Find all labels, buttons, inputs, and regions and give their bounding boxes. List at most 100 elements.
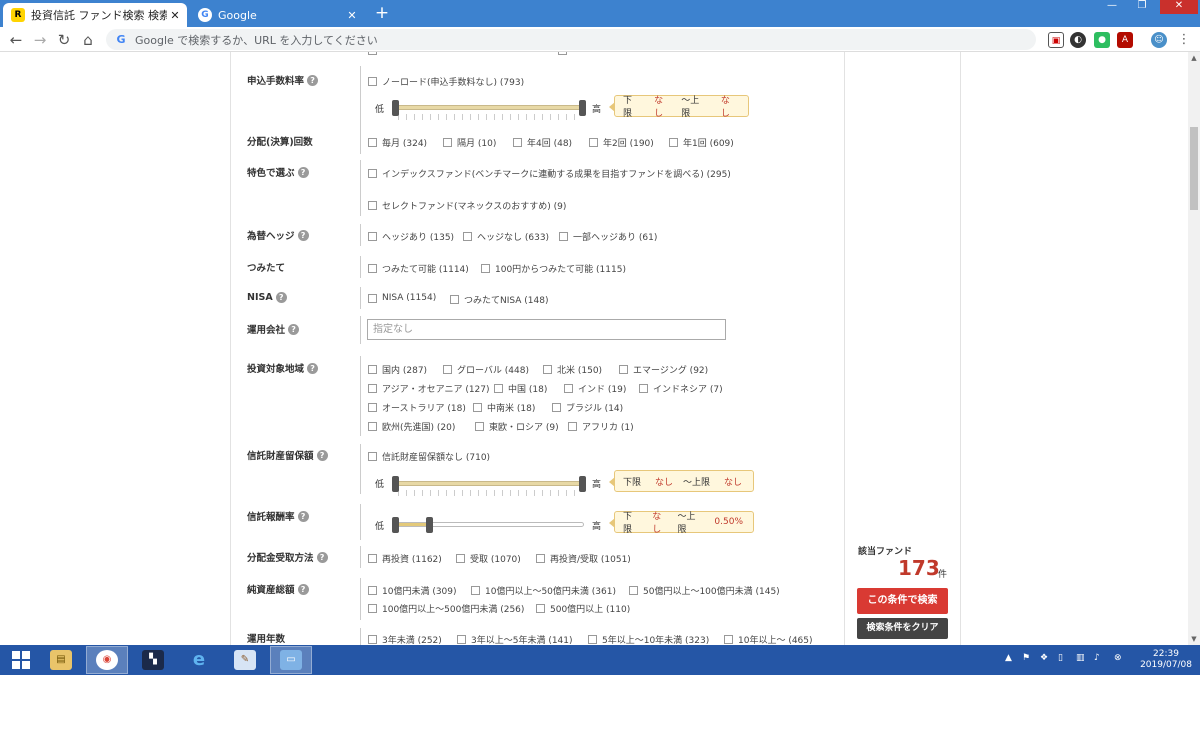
trust-fee-slider-track[interactable] [394, 522, 584, 527]
region-checkbox[interactable]: エマージング (92) [619, 363, 708, 376]
tsumitate-nisa-checkbox[interactable]: つみたてNISA (148) [450, 293, 549, 306]
file-explorer-icon[interactable]: ▤ [40, 646, 82, 674]
hedge-yes-checkbox[interactable]: ヘッジあり (135) [368, 230, 454, 243]
tray-chevron-icon[interactable]: ▲ [1005, 653, 1012, 663]
reserve-slider-max-handle[interactable] [579, 476, 586, 492]
help-icon[interactable]: ? [297, 166, 309, 178]
network-icon[interactable]: ▥ [1076, 653, 1085, 663]
dist-monthly-checkbox[interactable]: 毎月 (324) [368, 136, 427, 149]
nisa-checkbox[interactable]: NISA (1154) [368, 293, 436, 303]
years-checkbox[interactable]: 3年未満 (252) [368, 633, 442, 645]
region-checkbox[interactable]: インド (19) [564, 382, 626, 395]
volume-icon[interactable]: ♪ [1094, 653, 1100, 663]
no-load-checkbox[interactable]: ノーロード(申込手数料なし) (793) [368, 75, 524, 88]
help-icon[interactable]: ? [297, 229, 309, 241]
back-icon[interactable]: ← [6, 30, 26, 50]
index-fund-checkbox[interactable]: インデックスファンド(ベンチマークに連動する成果を目指すファンドを調べる) (2… [368, 167, 731, 180]
scroll-down-icon[interactable]: ▼ [1188, 633, 1200, 645]
clear-button[interactable]: 検索条件をクリア [857, 618, 948, 639]
dist-annual-checkbox[interactable]: 年1回 (609) [669, 136, 734, 149]
windows-start-icon[interactable] [0, 646, 42, 674]
receive-checkbox[interactable]: 受取 (1070) [456, 552, 521, 565]
region-checkbox[interactable]: 中南米 (18) [473, 401, 535, 414]
restore-icon[interactable]: ❐ [1128, 0, 1156, 14]
evernote-icon[interactable]: ● [1094, 32, 1110, 48]
forward-icon[interactable]: → [30, 30, 50, 50]
close-tab-icon[interactable]: ✕ [344, 9, 360, 22]
tab-fund-search[interactable]: R 投資信託 ファンド検索 検索結果 ✕ [3, 3, 187, 27]
menu-icon[interactable]: ⋮ [1176, 32, 1192, 48]
reload-icon[interactable]: ↻ [54, 30, 74, 50]
extension-icon[interactable]: ◐ [1070, 32, 1086, 48]
extension-icon[interactable]: ▣ [1048, 32, 1064, 48]
trust-fee-slider-max-handle[interactable] [426, 517, 433, 533]
reserve-slider-min-handle[interactable] [392, 476, 399, 492]
help-icon[interactable]: ? [297, 510, 309, 522]
app-icon[interactable]: ▚ [132, 646, 174, 674]
reinvest-checkbox[interactable]: 再投資 (1162) [368, 552, 442, 565]
notification-icon[interactable]: ⊗ [1114, 653, 1122, 663]
close-tab-icon[interactable]: ✕ [167, 9, 183, 22]
fee-slider-min-handle[interactable] [392, 100, 399, 116]
region-checkbox[interactable]: アジア・オセアニア (127) [368, 382, 490, 395]
page-scrollbar[interactable]: ▲ ▼ [1188, 52, 1200, 645]
years-checkbox[interactable]: 10年以上～ (465) [724, 633, 813, 645]
region-checkbox[interactable]: 北米 (150) [543, 363, 602, 376]
tsumitate-available-checkbox[interactable]: つみたて可能 (1114) [368, 262, 469, 275]
no-reserve-checkbox[interactable]: 信託財産留保額なし (710) [368, 450, 490, 463]
region-checkbox[interactable]: 東欧・ロシア (9) [475, 420, 559, 433]
scrollbar-thumb[interactable] [1190, 127, 1198, 210]
internet-explorer-icon[interactable]: e [178, 646, 220, 674]
checkbox-item[interactable] [368, 52, 382, 55]
help-icon[interactable]: ? [307, 74, 319, 86]
taskbar-clock[interactable]: 22:39 2019/07/08 [1136, 649, 1196, 671]
region-checkbox[interactable]: アフリカ (1) [568, 420, 634, 433]
help-icon[interactable]: ? [288, 323, 300, 335]
years-checkbox[interactable]: 5年以上～10年未満 (323) [588, 633, 709, 645]
company-input[interactable]: 指定なし [367, 319, 726, 340]
device-icon[interactable]: ▯ [1058, 653, 1063, 663]
dist-semiannual-checkbox[interactable]: 年2回 (190) [589, 136, 654, 149]
reinvest-receive-checkbox[interactable]: 再投資/受取 (1051) [536, 552, 631, 565]
trust-fee-slider-min-handle[interactable] [392, 517, 399, 533]
help-icon[interactable]: ? [275, 292, 287, 303]
minimize-icon[interactable]: — [1098, 0, 1126, 14]
net-assets-checkbox[interactable]: 100億円以上～500億円未満 (256) [368, 602, 524, 615]
years-checkbox[interactable]: 3年以上～5年未満 (141) [457, 633, 573, 645]
address-bar[interactable]: G Google で検索するか、URL を入力してください [106, 29, 1036, 50]
hedge-no-checkbox[interactable]: ヘッジなし (633) [463, 230, 549, 243]
flag-icon[interactable]: ⚑ [1022, 653, 1030, 663]
net-assets-checkbox[interactable]: 10億円未満 (309) [368, 584, 457, 597]
search-button[interactable]: この条件で検索 [857, 588, 948, 614]
checkbox-item[interactable] [558, 52, 572, 55]
help-icon[interactable]: ? [316, 551, 328, 563]
region-checkbox[interactable]: 欧州(先進国) (20) [368, 420, 455, 433]
net-assets-checkbox[interactable]: 500億円以上 (110) [536, 602, 630, 615]
photo-viewer-icon[interactable]: ▭ [270, 646, 312, 674]
new-tab-icon[interactable]: + [372, 3, 392, 23]
close-window-icon[interactable]: ✕ [1160, 0, 1198, 14]
net-assets-checkbox[interactable]: 50億円以上～100億円未満 (145) [629, 584, 780, 597]
dist-quarterly-checkbox[interactable]: 年4回 (48) [513, 136, 572, 149]
region-checkbox[interactable]: 中国 (18) [494, 382, 547, 395]
select-fund-checkbox[interactable]: セレクトファンド(マネックスのおすすめ) (9) [368, 199, 566, 212]
paint-icon[interactable]: ✎ [224, 646, 266, 674]
net-assets-checkbox[interactable]: 10億円以上～50億円未満 (361) [471, 584, 616, 597]
help-icon[interactable]: ? [316, 449, 328, 461]
region-checkbox[interactable]: インドネシア (7) [639, 382, 723, 395]
fee-slider-max-handle[interactable] [579, 100, 586, 116]
pdf-icon[interactable]: A [1117, 32, 1133, 48]
tsumitate-100yen-checkbox[interactable]: 100円からつみたて可能 (1115) [481, 262, 626, 275]
tab-google[interactable]: G Google ✕ [190, 3, 364, 27]
hedge-partial-checkbox[interactable]: 一部ヘッジあり (61) [559, 230, 657, 243]
scroll-up-icon[interactable]: ▲ [1188, 52, 1200, 64]
dist-bimonthly-checkbox[interactable]: 隔月 (10) [443, 136, 496, 149]
help-icon[interactable]: ? [307, 362, 319, 374]
profile-icon[interactable]: ☺ [1151, 32, 1167, 48]
region-checkbox[interactable]: オーストラリア (18) [368, 401, 466, 414]
region-checkbox[interactable]: グローバル (448) [443, 363, 529, 376]
region-checkbox[interactable]: 国内 (287) [368, 363, 427, 376]
home-icon[interactable]: ⌂ [78, 30, 98, 50]
region-checkbox[interactable]: ブラジル (14) [552, 401, 623, 414]
reserve-slider-track[interactable] [394, 481, 584, 486]
